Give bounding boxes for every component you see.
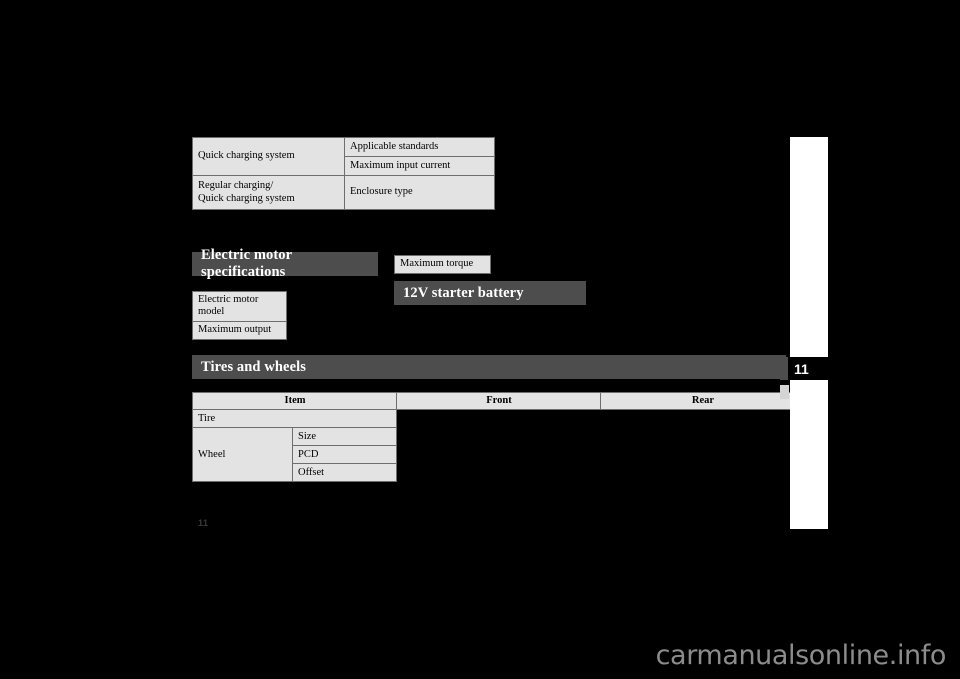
tires-row-label: Tire: [192, 409, 397, 429]
column-header-front: Front: [396, 391, 601, 411]
tires-row-front-value: [396, 445, 601, 464]
table-row: Regular charging/ Quick charging system …: [192, 175, 495, 210]
section-heading-starter-battery: 12V starter battery: [394, 281, 586, 305]
charging-row-label: Regular charging/ Quick charging system: [192, 175, 345, 210]
tires-row-label: Size: [292, 427, 397, 447]
maximum-torque-table: Maximum torque: [394, 255, 491, 274]
column-header-item: Item: [192, 391, 397, 411]
tires-row-front-value: [396, 409, 601, 428]
thumb-index-notch-secondary: [780, 385, 789, 399]
table-header-row: Item Front Rear: [192, 391, 805, 411]
thumb-index-strip: [790, 137, 828, 529]
tires-row-rear-value: [600, 427, 805, 446]
tires-group-label: Wheel: [192, 427, 293, 483]
tires-row-rear-value: [600, 409, 805, 428]
tires-row-rear-value: [600, 463, 805, 482]
table-row: Electric motor model: [192, 291, 287, 322]
tires-row-label: Offset: [292, 463, 397, 483]
electric-motor-table: Electric motor model Maximum output: [192, 291, 287, 340]
table-row: Maximum torque: [394, 255, 491, 274]
charging-system-table: Quick charging system Applicable standar…: [192, 137, 495, 210]
watermark: carmanualsonline.info: [655, 640, 947, 671]
table-row: Wheel Size: [192, 427, 805, 483]
table-row: Tire: [192, 409, 805, 429]
charging-row-value: Applicable standards: [344, 137, 495, 157]
table-row: Quick charging system Applicable standar…: [192, 137, 495, 176]
tires-row-front-value: [396, 463, 601, 482]
motor-row-label: Electric motor model: [192, 291, 287, 322]
tires-and-wheels-table: Item Front Rear Tire Wheel Size PCD Offs…: [192, 391, 805, 483]
table-row: Maximum output: [192, 320, 287, 340]
charging-row-value: Maximum input current: [344, 156, 495, 176]
section-heading-electric-motor: Electric motor specifications: [192, 247, 378, 280]
charging-row-label: Quick charging system: [192, 137, 345, 176]
column-header-rear: Rear: [600, 391, 805, 411]
tires-row-label: PCD: [292, 445, 397, 465]
tires-row-rear-value: [600, 445, 805, 464]
section-heading-tires-and-wheels: Tires and wheels: [192, 355, 786, 379]
torque-row-label: Maximum torque: [394, 255, 491, 274]
charging-row-value: Enclosure type: [344, 175, 495, 210]
thumb-index-tab-11[interactable]: 11: [788, 357, 832, 380]
motor-row-label: Maximum output: [192, 320, 287, 340]
page-number: 11: [198, 518, 209, 528]
tires-row-front-value: [396, 427, 601, 446]
manual-page: Quick charging system Applicable standar…: [0, 0, 960, 679]
